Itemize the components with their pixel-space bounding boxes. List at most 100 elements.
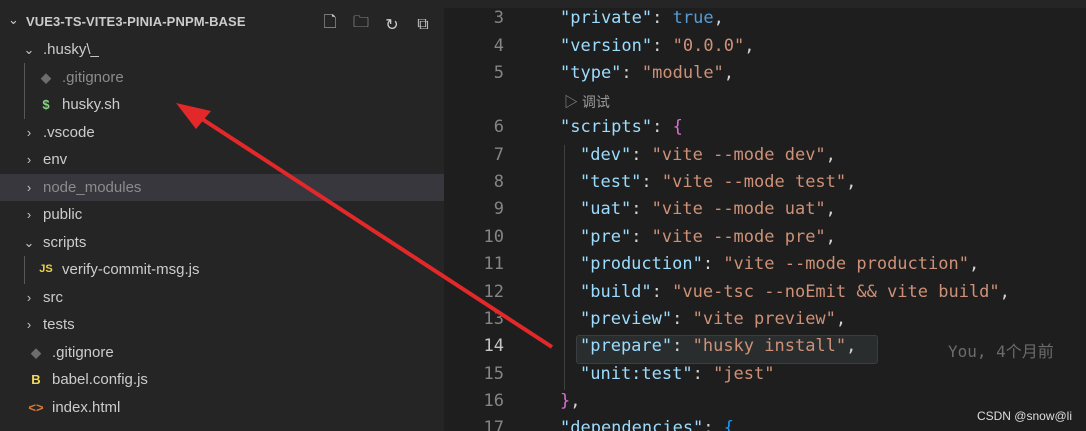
chevron-down-icon[interactable]: ⌄ [8, 13, 19, 28]
code-token: "unit:test" [580, 364, 693, 384]
tree-item[interactable]: $ husky.sh [0, 91, 444, 118]
code-token: : [702, 254, 724, 274]
code-token: : [631, 199, 652, 219]
code-token: : [652, 8, 673, 28]
refresh-icon[interactable]: ↻ [381, 13, 403, 35]
code-line: "dependencies": { [560, 418, 734, 431]
tree-item[interactable]: ◆ .gitignore [0, 339, 444, 366]
code-token: , [825, 199, 836, 219]
code-token: "type" [560, 63, 622, 83]
code-token: "husky install" [692, 336, 847, 356]
code-line: "dev": "vite --mode dev", [580, 145, 836, 165]
tree-item[interactable]: ⌄ scripts [0, 229, 444, 256]
line-number: 7 [493, 145, 504, 165]
code-editor[interactable]: ▷ 调试 3 "private": true, 4 "version": "0.0.0… [444, 0, 1086, 431]
code-line: }, [560, 391, 581, 411]
codelens-debug[interactable]: ▷ 调试 [564, 92, 610, 112]
code-line: "unit:test": "jest" [580, 364, 775, 384]
code-token: : [652, 117, 673, 137]
code-token: , [835, 309, 847, 329]
code-token: "dependencies" [560, 418, 704, 431]
chevron-down-icon[interactable]: ⌄ [22, 36, 36, 63]
code-token: "vite --mode production" [723, 254, 969, 274]
chevron-right-icon[interactable]: › [22, 284, 36, 311]
tree-item[interactable]: › node_modules [0, 173, 444, 201]
code-token: "preview" [580, 309, 673, 329]
code-token: , [999, 282, 1010, 302]
line-number: 11 [483, 254, 504, 274]
code-line: "prepare": "husky install", [580, 336, 856, 356]
tree-item[interactable]: › env [0, 146, 444, 173]
code-token: "vite preview" [692, 309, 836, 329]
watermark: CSDN @snow@li [976, 409, 1072, 423]
code-token: , [713, 8, 724, 28]
code-token: : [652, 36, 673, 56]
line-number: 14 [483, 336, 504, 356]
chevron-right-icon[interactable]: › [22, 146, 36, 173]
code-token: , [744, 36, 755, 56]
tree-item[interactable]: Bbabel.config.js [0, 366, 444, 393]
code-token: : [672, 309, 693, 329]
code-token: } [560, 391, 571, 411]
shell-file-icon: $ [42, 97, 50, 112]
play-icon: ▷ [564, 94, 578, 110]
line-number: 8 [493, 172, 504, 192]
code-token: "scripts" [560, 117, 653, 137]
code-token: "vite --mode dev" [651, 145, 826, 165]
line-number: 17 [483, 418, 504, 431]
tree-item[interactable]: ⌄ .husky\_ [0, 36, 444, 63]
line-number: 10 [483, 227, 504, 247]
code-token: : [631, 227, 652, 247]
chevron-right-icon[interactable]: › [22, 174, 36, 201]
line-number: 16 [483, 391, 504, 411]
html-file-icon: <> [28, 399, 44, 415]
tree-item-label: babel.config.js [52, 371, 148, 388]
code-token: "version" [560, 36, 653, 56]
tree-item[interactable]: › .vscode [0, 119, 444, 146]
code-token: "prepare" [580, 336, 673, 356]
tree-item-label: public [43, 206, 83, 223]
code-token: "dev" [580, 145, 632, 165]
tree-item[interactable]: JS verify-commit-msg.js [0, 256, 444, 283]
code-token: , [846, 172, 857, 192]
tree-item-label: .gitignore [52, 343, 114, 361]
code-line: "build": "vue-tsc --noEmit && vite build… [580, 282, 1010, 302]
tree-item[interactable]: › src [0, 284, 444, 311]
code-token: , [570, 391, 581, 411]
tree-item-label: src [43, 288, 63, 306]
code-token: "module" [641, 63, 724, 83]
explorer-sidebar: ⌄ VUE3-TS-VITE3-PINIA-PNPM-BASE 🗋 🗀 ↻ ⧉ ⌄ .h… [0, 0, 444, 431]
code-token: "jest" [713, 364, 775, 384]
code-line: "version": "0.0.0", [560, 36, 755, 56]
codelens-label: 调试 [581, 94, 610, 110]
code-token: "vue-tsc --noEmit && vite build" [672, 282, 1000, 302]
explorer-header[interactable]: ⌄ VUE3-TS-VITE3-PINIA-PNPM-BASE 🗋 🗀 ↻ ⧉ [0, 9, 444, 36]
tree-item-label: verify-commit-msg.js [62, 261, 200, 278]
tree-item-label: .husky\_ [43, 41, 99, 58]
tree-item-label: scripts [43, 233, 87, 251]
code-line: "pre": "vite --mode pre", [580, 227, 836, 247]
new-folder-icon[interactable]: 🗀 [350, 12, 372, 35]
chevron-right-icon[interactable]: › [22, 119, 36, 146]
line-number: 12 [483, 282, 504, 302]
line-number: 6 [493, 117, 504, 137]
git-blame-annotation: You, 4个月前 [948, 342, 1054, 361]
code-token: : [641, 172, 662, 192]
chevron-down-icon[interactable]: ⌄ [22, 229, 36, 256]
code-token: : [621, 63, 642, 83]
new-file-icon[interactable]: 🗋 [319, 12, 341, 35]
tree-item[interactable]: <> index.html [0, 394, 444, 421]
code-token: : [631, 145, 652, 165]
tree-item-label: .vscode [43, 123, 95, 141]
tree-item-label: tests [43, 316, 75, 333]
code-token: , [723, 63, 735, 83]
chevron-right-icon[interactable]: › [22, 311, 36, 338]
code-token: "vite --mode test" [661, 172, 847, 192]
chevron-right-icon[interactable]: › [22, 201, 36, 228]
tree-item[interactable]: › public [0, 201, 444, 228]
tree-item[interactable]: › tests [0, 311, 444, 338]
collapse-all-icon[interactable]: ⧉ [412, 13, 434, 35]
tree-item[interactable]: ◆ .gitignore [0, 64, 444, 91]
code-token: , [825, 227, 836, 247]
code-token: "0.0.0" [672, 36, 745, 56]
